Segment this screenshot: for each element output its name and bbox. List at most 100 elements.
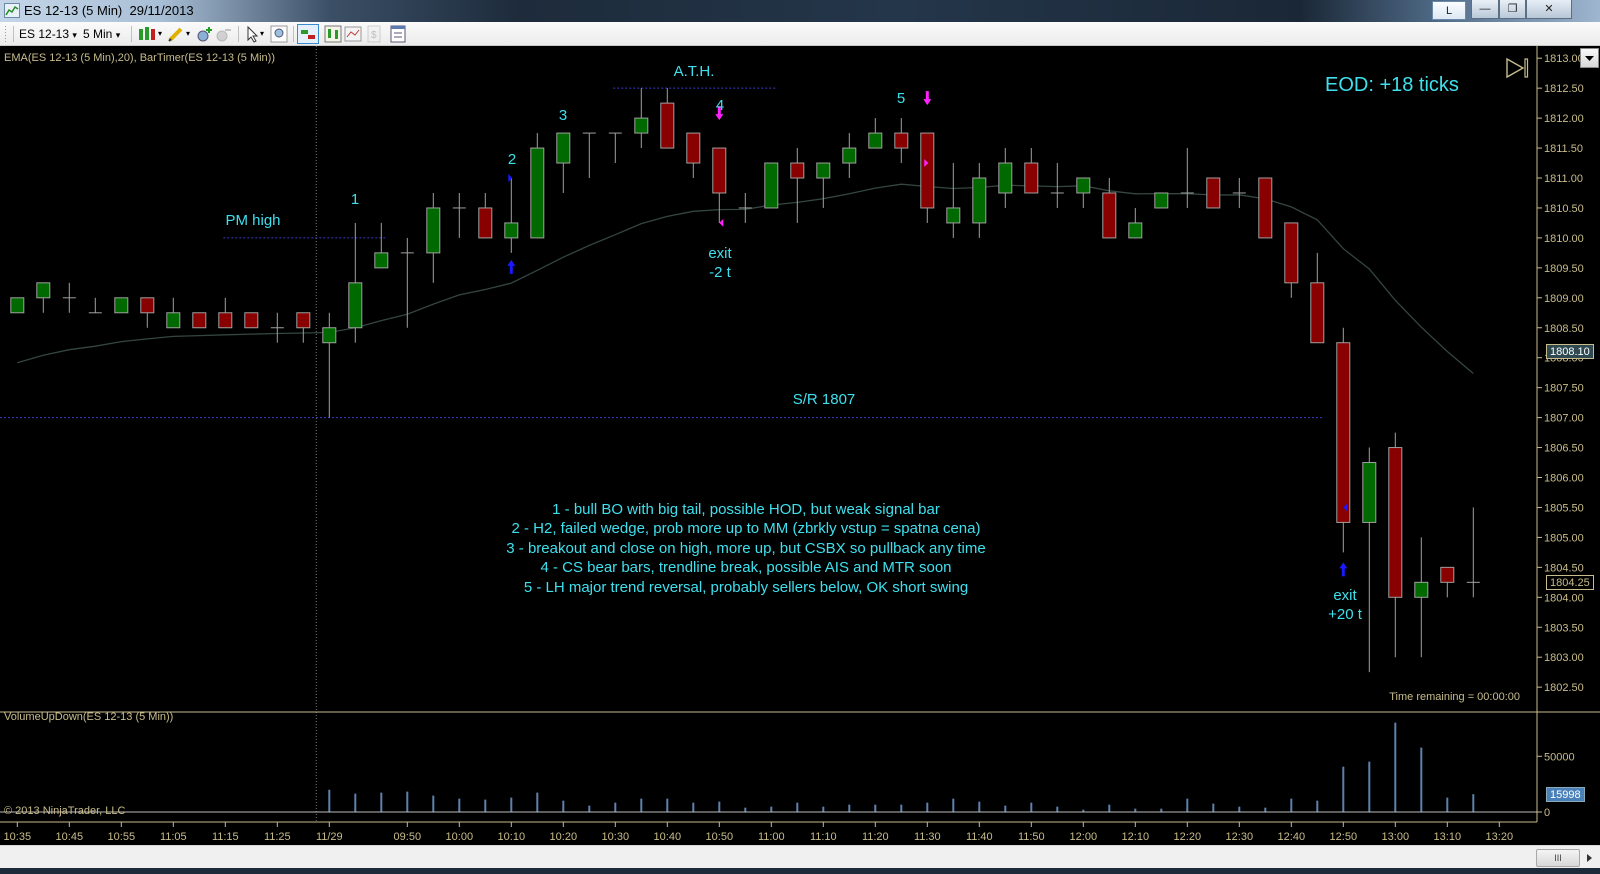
note-line: 4 - CS bear bars, trendline break, possi… (540, 559, 952, 577)
chart-menu-dropdown[interactable] (1580, 48, 1599, 68)
price-tick-label: 1805.00 (1544, 532, 1584, 544)
candle-bull (816, 162, 831, 179)
time-tick-label: 10:35 (4, 831, 32, 843)
price-tick-label: 1810.50 (1544, 203, 1584, 215)
horizontal-scrollbar[interactable]: III (0, 845, 1600, 868)
candle-bear (712, 147, 727, 194)
price-tick-label: 1806.00 (1544, 473, 1584, 485)
time-tick-label: 12:40 (1278, 831, 1306, 843)
candle-bull (868, 132, 883, 149)
price-tick-label: 1809.00 (1544, 293, 1584, 305)
exit-result: -2 t (709, 264, 731, 281)
time-tick-label: 12:30 (1226, 831, 1254, 843)
note-line: 1 - bull BO with big tail, possible HOD,… (552, 501, 940, 518)
candle-bear (1284, 222, 1299, 284)
trade-notes: 1 - bull BO with big tail, possible HOD,… (506, 500, 985, 597)
time-tick-label: 11/29 (316, 831, 343, 843)
candle-bull (1128, 222, 1143, 239)
candle-bear (1310, 282, 1325, 344)
price-tick-label: 1809.50 (1544, 263, 1584, 275)
setup-label-5: 5 (896, 90, 906, 107)
note-line: 3 - breakout and close on high, more up,… (506, 539, 986, 557)
price-tick-label: 1805.50 (1544, 502, 1584, 514)
time-tick-label: 10:00 (446, 831, 474, 843)
candle-bull (10, 297, 25, 314)
candle-bull (972, 177, 987, 224)
time-tick-label: 10:20 (550, 831, 578, 843)
volume-tick-label: 50000 (1544, 751, 1575, 763)
price-tick-label: 1812.50 (1544, 83, 1584, 95)
exit-text: exit (1333, 587, 1357, 604)
candle-bull (1154, 192, 1169, 209)
candle-bull (1076, 177, 1091, 194)
volume-tick-label: 0 (1544, 807, 1550, 819)
price-tick-label: 1803.00 (1544, 652, 1584, 664)
scrollbar-thumb[interactable]: III (1536, 849, 1580, 867)
candle-bull (998, 162, 1013, 194)
time-tick-label: 10:45 (56, 831, 84, 843)
time-tick-label: 12:50 (1330, 831, 1358, 843)
time-tick-label: 10:50 (706, 831, 734, 843)
price-tick-label: 1804.50 (1544, 562, 1584, 574)
candle-bull (764, 162, 779, 209)
time-tick-label: 10:55 (108, 831, 136, 843)
price-tick-label: 1807.50 (1544, 383, 1584, 395)
candle-bull (556, 132, 571, 164)
taskbar (0, 868, 1600, 874)
ath-label: A.T.H. (673, 63, 715, 80)
candle-bear (660, 102, 675, 149)
candle-bear (478, 207, 493, 239)
candle-bear (1206, 177, 1221, 209)
scroll-to-end-icon[interactable] (1505, 56, 1529, 85)
candle-bull (426, 207, 441, 254)
candle-bull (842, 147, 857, 164)
candle-bear (686, 132, 701, 164)
candle-bull (114, 297, 129, 314)
candle-bear (1440, 566, 1455, 583)
candle-bull (374, 252, 389, 269)
candle-bull (1414, 581, 1429, 598)
setup-label-3: 3 (558, 107, 568, 124)
candle-bull (504, 222, 519, 239)
exit-result: +20 t (1328, 606, 1362, 623)
exit-text: exit (708, 245, 732, 262)
time-tick-label: 11:30 (914, 831, 941, 843)
price-tick-label: 1804.00 (1544, 592, 1584, 604)
volume-indicator-label: VolumeUpDown(ES 12-13 (5 Min)) (4, 711, 174, 723)
price-tick-label: 1813.00 (1544, 53, 1584, 65)
price-tick-label: 1807.00 (1544, 413, 1584, 425)
time-tick-label: 11:05 (160, 831, 187, 843)
time-tick-label: 10:10 (498, 831, 526, 843)
exit-marker-icon (719, 218, 724, 227)
candle-bear (296, 312, 311, 329)
price-tick-label: 1812.00 (1544, 113, 1584, 125)
candle-bear (894, 132, 909, 149)
price-chart[interactable]: 1813.00 1812.50 1812.00 1811.50 1811.00 1810.… (0, 0, 1600, 874)
candle-bull (36, 282, 51, 299)
exit-label-1: exit -2 t (708, 244, 731, 282)
candle-bear (1388, 447, 1403, 598)
last-volume-marker: 15998 (1546, 786, 1585, 802)
candle-bull (166, 312, 181, 329)
candle-bear (920, 132, 935, 209)
time-tick-label: 13:00 (1382, 831, 1410, 843)
note-line: 2 - H2, failed wedge, prob more up to MM… (511, 520, 981, 538)
candle-bear (218, 312, 233, 329)
time-tick-label: 10:30 (602, 831, 630, 843)
bar-timer: Time remaining = 00:00:00 (1389, 691, 1520, 703)
scroll-right-icon[interactable] (1586, 851, 1594, 869)
exit-label-2: exit +20 t (1328, 586, 1362, 624)
price-tick-label: 1803.50 (1544, 622, 1584, 634)
candle-bull (634, 117, 649, 134)
time-tick-label: 11:00 (758, 831, 785, 843)
chevron-down-icon (1585, 56, 1594, 61)
time-tick-label: 11:15 (212, 831, 239, 843)
buy-arrow-icon (507, 259, 516, 274)
time-tick-label: 10:40 (654, 831, 682, 843)
candle-bull (322, 327, 337, 344)
candle-bull (348, 282, 363, 329)
candle-bull (946, 207, 961, 224)
candle-bear (1258, 177, 1273, 239)
candle-bear (244, 312, 259, 329)
price-tick-label: 1802.50 (1544, 682, 1584, 694)
